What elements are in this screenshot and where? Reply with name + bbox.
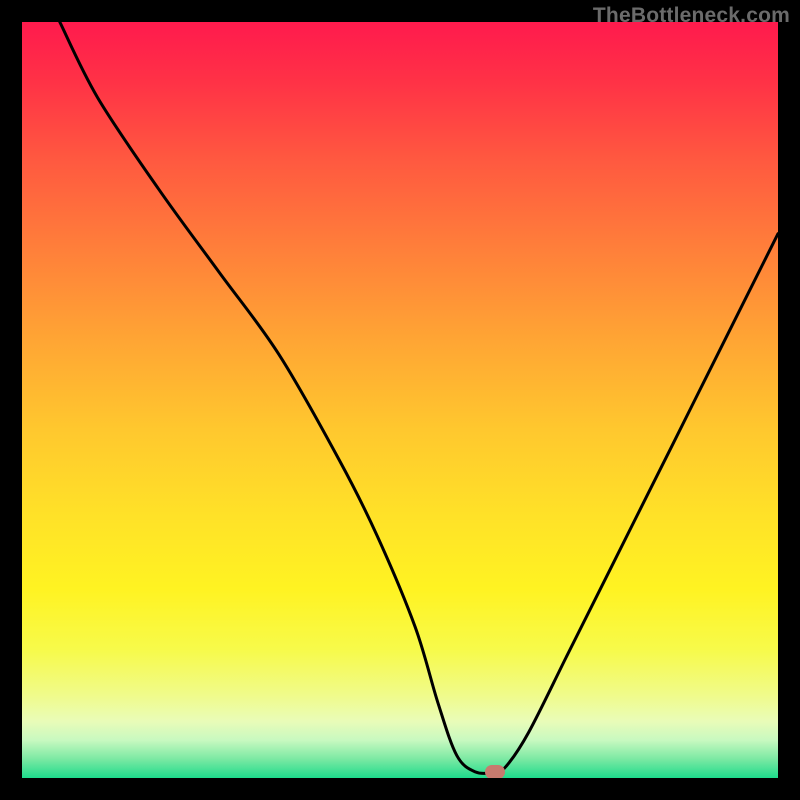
chart-frame: TheBottleneck.com bbox=[0, 0, 800, 800]
bottleneck-curve bbox=[22, 22, 778, 778]
optimal-point-marker bbox=[485, 765, 505, 778]
watermark-text: TheBottleneck.com bbox=[593, 4, 790, 28]
plot-area bbox=[22, 22, 778, 778]
